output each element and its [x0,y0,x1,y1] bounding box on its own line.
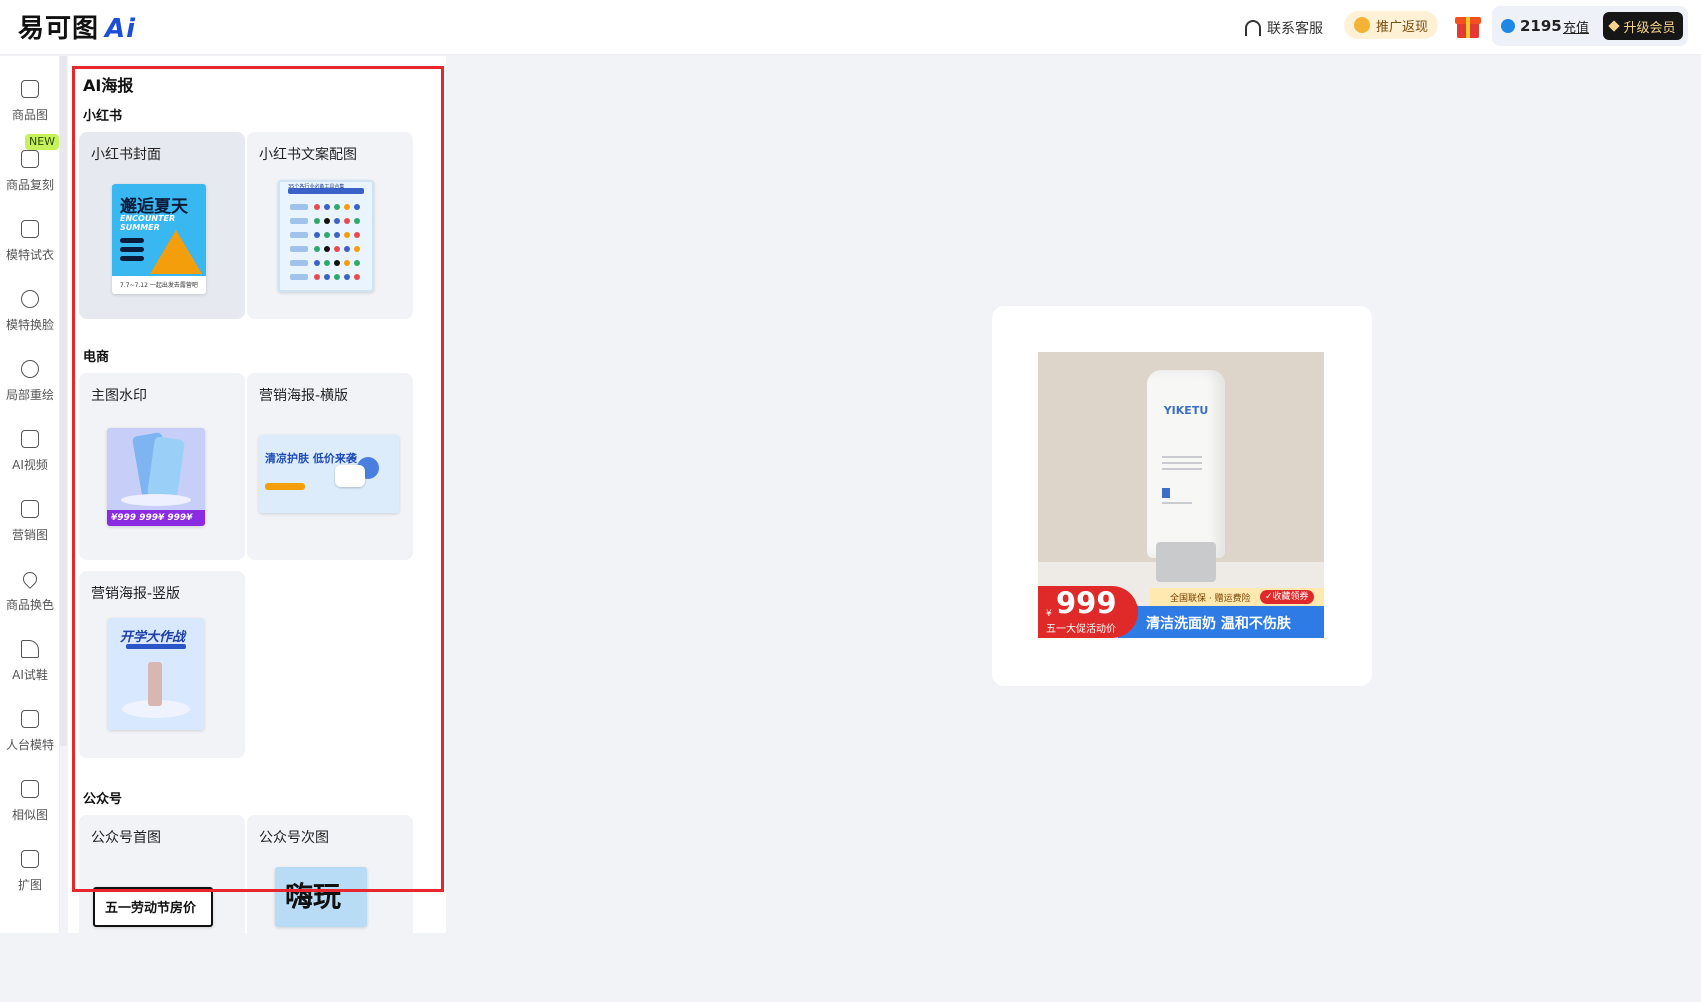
rail-item-expand[interactable]: 扩图 [0,840,60,900]
credits-balance: 2195 [1501,6,1562,46]
coin-icon [1354,17,1370,33]
rail-item-marketing[interactable]: 营销图 [0,490,60,550]
rail-label: 局部重绘 [5,388,54,402]
currency-symbol: ¥ [1046,609,1052,619]
tshirt-icon [21,220,39,238]
rail-label: 商品图 [11,108,48,122]
rail-label: 模特换脸 [5,318,54,332]
rail-item-model-tryon[interactable]: 模特试衣 [0,210,60,270]
rail-label: 商品复刻 [5,178,54,192]
color-drop-icon [20,569,40,589]
shoe-icon [21,640,39,658]
banner-price: 999 [1056,586,1117,620]
rail-item-ai-video[interactable]: AI视频 [0,420,60,480]
credits-icon [1501,19,1515,33]
rail-label: 模特试衣 [5,248,54,262]
banner-coupon-tag: ✓收藏领券 [1260,590,1314,604]
logo-ai: Ai [105,14,137,44]
rail-item-repaint[interactable]: 局部重绘 [0,350,60,410]
contact-support-label: 联系客服 [1267,20,1323,37]
highlight-frame [72,66,444,892]
product-preview-image[interactable]: YIKETU ¥ 999 五一大促活动价 全国联保 · 赠运费险 ✓收藏领券 清… [1038,352,1324,638]
top-bar: 易可图 Ai 联系客服 推广返现 2195 充值 升级会员 [0,0,1701,55]
referral-label: 推广返现 [1376,19,1429,35]
face-swap-icon [21,290,39,308]
app-logo[interactable]: 易可图 Ai [18,8,136,45]
banner-guarantee: 全国联保 · 赠运费险 [1170,594,1251,604]
thumb-title: 五一劳动节房价 [105,901,197,916]
expand-image-icon [21,850,39,868]
recharge-link[interactable]: 充值 [1563,6,1589,46]
rail-label: 商品换色 [5,598,54,612]
product-copy-icon [21,150,39,168]
rail-item-product-copy[interactable]: 商品复刻 [0,140,60,200]
repaint-icon [21,360,39,378]
rail-label: AI试鞋 [12,668,48,682]
rail-label: 人台模特 [5,738,54,752]
video-icon [21,430,39,448]
cleanser-tube [1147,370,1225,558]
rail-item-face-swap[interactable]: 模特换脸 [0,280,60,340]
rail-item-similar[interactable]: 相似图 [0,770,60,830]
price-banner: ¥ 999 五一大促活动价 全国联保 · 赠运费险 ✓收藏领券 清洁洗面奶 温和… [1038,582,1324,638]
thumb-labor-day-poster: 五一劳动节房价 [93,887,213,927]
contact-support-button[interactable]: 联系客服 [1245,0,1323,55]
similar-image-icon [21,780,39,798]
banner-slogan: 清洁洗面奶 温和不伤肤 [1146,616,1291,632]
rail-label: 营销图 [11,528,48,542]
logo-text: 易可图 [18,14,100,44]
rail-label: AI视频 [12,458,48,472]
credits-value: 2195 [1520,17,1562,35]
rail-item-mannequin[interactable]: 人台模特 [0,700,60,760]
product-brand: YIKETU [1163,404,1209,417]
diamond-icon [1608,20,1621,32]
rail-item-shoe-tryon[interactable]: AI试鞋 [0,630,60,690]
upgrade-button[interactable]: 升级会员 [1603,12,1683,40]
rail-item-product-image[interactable]: 商品图 [0,70,60,130]
rail-item-recolor[interactable]: 商品换色 [0,560,60,620]
gift-icon[interactable] [1455,13,1481,39]
rail-label: 扩图 [17,878,42,892]
mannequin-icon [21,710,39,728]
referral-button[interactable]: 推广返现 [1344,11,1439,39]
upgrade-label: 升级会员 [1623,20,1676,36]
marketing-icon [21,500,39,518]
banner-price-label: 五一大促活动价 [1046,624,1116,635]
product-image-icon [21,80,39,98]
rail-scrollbar[interactable] [60,56,67,746]
account-box: 2195 充值 升级会员 [1492,6,1688,46]
rail-label: 相似图 [11,808,48,822]
headset-icon [1245,19,1261,36]
